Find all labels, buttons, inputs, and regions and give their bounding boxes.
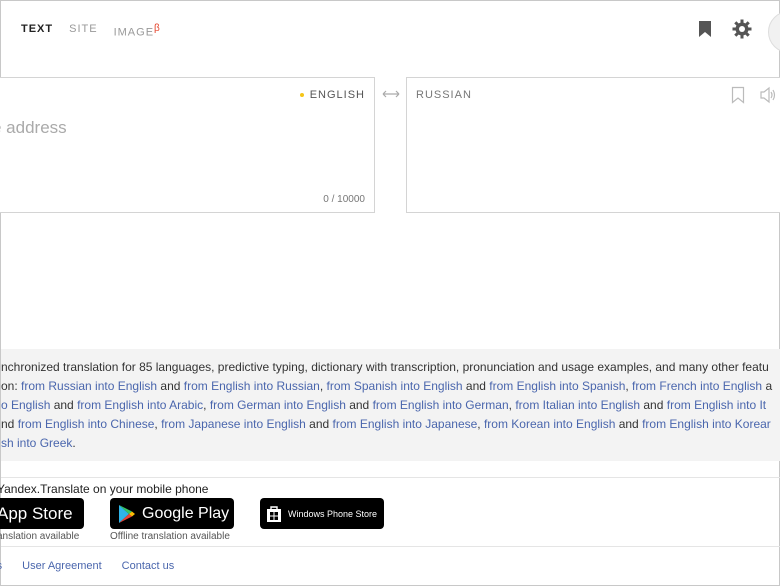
char-counter: 0 / 10000 [323,194,365,205]
translation-direction-link[interactable]: from English into Japanese [333,417,478,431]
translation-direction-link[interactable]: from English into Korear [642,417,771,431]
info-text: . [72,436,76,450]
info-text: on: [1,379,22,393]
tab-image[interactable]: IMAGEβ [114,23,161,39]
translation-direction-link[interactable]: from English into Russian [184,379,320,393]
detected-dot [299,93,304,98]
google-play-label: Google Play [142,504,230,522]
translation-direction-link[interactable]: from English into It [667,398,766,412]
mode-tabs: TEXT SITE IMAGEβ [21,23,177,39]
gear-icon[interactable] [732,19,752,44]
translation-direction-link[interactable]: from German into English [210,398,346,412]
info-line-2: on: from Russian into English and from E… [1,377,780,396]
tab-text[interactable]: TEXT [21,23,53,39]
tab-site-label: SITE [69,23,98,35]
source-language-selector[interactable]: ENGLISH [299,89,365,101]
target-actions [731,86,777,109]
info-text: and [345,398,373,412]
windows-phone-store-button[interactable]: Windows Phone Store [260,498,384,529]
translation-direction-link[interactable]: from English into Arabic [77,398,203,412]
tab-image-label: IMAGE [113,26,155,39]
target-panel: RUSSIAN [406,77,780,213]
swap-languages-icon[interactable] [382,86,400,102]
info-text: and [640,398,667,412]
info-block: nchronized translation for 85 languages,… [1,349,780,461]
info-text: and [462,379,490,393]
info-text: a [762,379,773,393]
info-text: and [615,417,643,431]
target-language-label: RUSSIAN [416,89,472,101]
info-text: and [157,379,184,393]
bookmark-icon[interactable] [698,20,712,43]
windows-phone-store-label: Windows Phone Store [288,508,378,519]
info-line-1: nchronized translation for 85 languages,… [1,360,769,374]
source-panel: ENGLISH 0 / 10000 [0,77,375,213]
windows-store-icon [266,505,282,523]
divider-top [1,477,780,478]
app-store-caption: anslation available [0,531,80,542]
divider-bottom [1,546,780,547]
info-text: and [305,417,333,431]
translation-direction-link[interactable]: from Italian into English [515,398,640,412]
source-language-label: ENGLISH [309,89,365,101]
translation-direction-link[interactable]: sh into Greek [1,436,72,450]
info-line-3: o English and from English into Arabic, … [1,396,780,415]
tab-text-label: TEXT [21,23,54,35]
speaker-icon[interactable] [759,86,777,109]
target-language-selector[interactable]: RUSSIAN [416,89,472,101]
info-text: , [477,417,484,431]
translation-direction-link[interactable]: from Russian into English [21,379,157,393]
translation-direction-link[interactable]: from Spanish into English [327,379,463,393]
tab-site[interactable]: SITE [69,23,97,39]
info-text: nd [1,417,18,431]
info-line-5: sh into Greek. [1,434,780,453]
google-play-caption: Offline translation available [110,531,230,542]
translation-direction-link[interactable]: from English into German [373,398,509,412]
app-store-label: App Store [0,503,73,523]
bookmark-outline-icon[interactable] [731,86,745,109]
translation-direction-link[interactable]: from Japanese into English [161,417,306,431]
google-play-button[interactable]: Google Play [110,498,234,529]
mobile-title: Yandex.Translate on your mobile phone [0,482,209,496]
app-store-button[interactable]: App Store [0,498,84,529]
info-line-4: nd from English into Chinese, from Japan… [1,415,780,434]
footer-link-contact[interactable]: Contact us [122,560,175,572]
beta-badge: β [154,23,161,34]
info-text: and [50,398,78,412]
google-play-icon [118,504,136,524]
footer-links: rs User Agreement Contact us [0,560,194,572]
footer-link-user-agreement[interactable]: User Agreement [22,560,101,572]
translation-direction-link[interactable]: from English into Spanish [489,379,625,393]
translation-direction-link[interactable]: from French into English [632,379,762,393]
translation-direction-link[interactable]: o English [1,398,50,412]
footer-link-partial[interactable]: rs [0,560,2,572]
avatar[interactable] [768,11,780,53]
translation-direction-link[interactable]: from English into Chinese [18,417,155,431]
info-text: , [203,398,210,412]
source-text-input[interactable] [0,118,292,138]
translation-direction-link[interactable]: from Korean into English [484,417,615,431]
info-text: , [319,379,327,393]
header-icons [698,19,752,44]
